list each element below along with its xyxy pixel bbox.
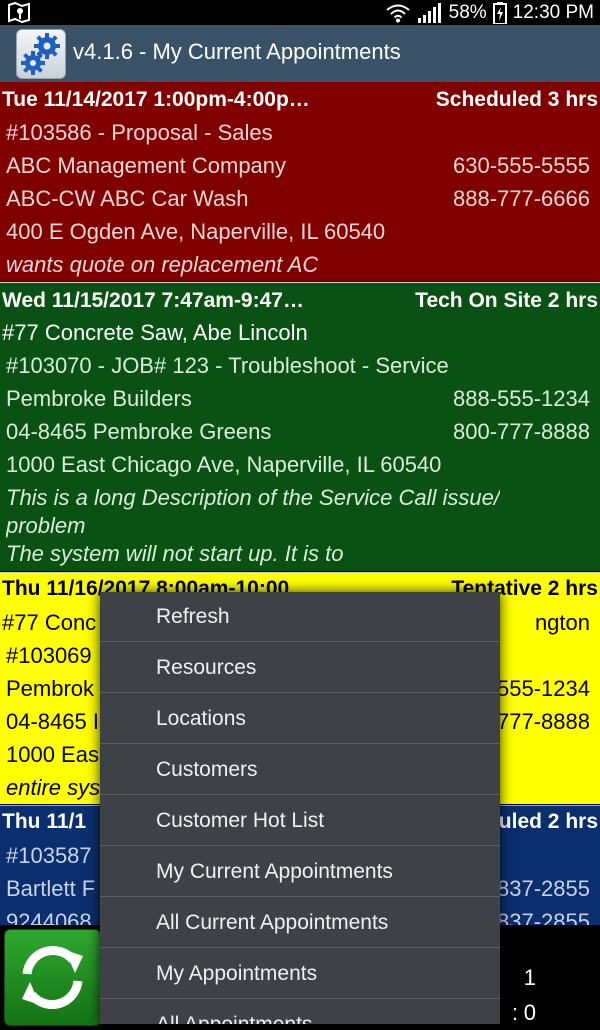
appointment-line: 400 E Ogden Ave, Naperville, IL 60540 <box>6 215 590 248</box>
app-gear-icon[interactable] <box>16 29 66 79</box>
appointment-line: #77 Concrete Saw, Abe Lincoln <box>2 316 590 349</box>
address: 400 E Ogden Ave, Naperville, IL 60540 <box>6 219 386 244</box>
location-name: 04-8465 Pembroke Greens <box>6 419 272 444</box>
refresh-button[interactable] <box>4 929 101 1026</box>
appointment-card[interactable]: Tue 11/14/2017 1:00pm-4:00p… Scheduled 3… <box>0 82 600 281</box>
appointment-status: Tech On Site 2 hrs <box>415 289 598 312</box>
location-name: 9244068 <box>6 909 92 925</box>
appointment-status: Scheduled 3 hrs <box>435 88 598 111</box>
count-value: 1 <box>523 965 536 990</box>
phone-number[interactable]: 888-555-1234 <box>453 386 590 412</box>
menu-item-locations[interactable]: Locations <box>100 694 500 744</box>
appointment-datetime: Wed 11/15/2017 7:47am-9:47… <box>2 289 304 312</box>
wifi-icon <box>386 4 410 22</box>
job-number: #103587 <box>6 843 92 868</box>
menu-item-my-current-appointments[interactable]: My Current Appointments <box>100 847 500 897</box>
phone-number[interactable]: 837-2855 <box>497 909 590 925</box>
appointment-line: 04-8465 Pembroke Greens 800-777-8888 <box>6 415 590 448</box>
appointment-line-right: ngton <box>534 610 590 635</box>
menu-item-all-current-appointments[interactable]: All Current Appointments <box>100 898 500 948</box>
appointment-line: ABC Management Company 630-555-5555 <box>6 149 590 182</box>
appointment-line: #103070 - JOB# 123 - Troubleshoot - Serv… <box>6 349 590 382</box>
location-name: 04-8465 I <box>6 709 99 734</box>
phone-number[interactable]: 800-777-8888 <box>453 419 590 445</box>
appointment-line: 1000 East Chicago Ave, Naperville, IL 60… <box>6 448 590 481</box>
location-name: ABC-CW ABC Car Wash <box>6 186 249 211</box>
signal-icon <box>417 2 441 23</box>
battery-percent: 58% <box>448 1 487 23</box>
appointment-line: This is a long Description of the Servic… <box>6 481 590 510</box>
refresh-icon <box>22 946 83 1009</box>
count-separator: : <box>511 1000 518 1025</box>
job-number: #103069 <box>6 643 92 668</box>
appointment-description: The system will not start up. It is to <box>6 541 344 566</box>
appointment-card[interactable]: Wed 11/15/2017 7:47am-9:47… Tech On Site… <box>0 282 600 571</box>
appointment-line: The system will not start up. It is to <box>6 537 590 566</box>
job-number: #103070 - JOB# 123 - Troubleshoot - Serv… <box>6 353 449 378</box>
job-number: #103586 - Proposal - Sales <box>6 120 273 145</box>
phone-number[interactable]: 837-2855 <box>497 876 590 902</box>
map-notification-icon <box>8 2 30 23</box>
appointment-line: wants quote on replacement AC <box>6 248 590 281</box>
appointment-description: wants quote on replacement AC <box>6 252 319 277</box>
phone-number[interactable]: 555-1234 <box>497 676 590 702</box>
appointment-line: Pembroke Builders 888-555-1234 <box>6 382 590 415</box>
address: 1000 Eas <box>6 742 99 767</box>
appointment-line: #103586 - Proposal - Sales <box>6 116 590 149</box>
clock: 12:30 PM <box>512 1 594 23</box>
menu-item-all-appointments[interactable]: All Appointments <box>100 1000 500 1024</box>
customer-name: Bartlett F <box>6 876 96 901</box>
menu-item-resources[interactable]: Resources <box>100 643 500 693</box>
appointment-datetime: Thu 11/1 <box>2 810 87 833</box>
appointment-line: ABC-CW ABC Car Wash 888-777-6666 <box>6 182 590 215</box>
appointment-status: uled 2 hrs <box>498 810 598 833</box>
count-value: 0 <box>523 1000 536 1025</box>
equipment-tech: #77 Conc <box>2 610 97 635</box>
overflow-menu: Refresh Resources Locations Customers Cu… <box>100 592 500 1024</box>
customer-name: ABC Management Company <box>6 153 287 178</box>
customer-name: Pembrok <box>6 676 95 701</box>
menu-item-customers[interactable]: Customers <box>100 745 500 795</box>
page-title: v4.1.6 - My Current Appointments <box>73 39 401 64</box>
menu-item-customer-hot-list[interactable]: Customer Hot List <box>100 796 500 846</box>
phone-number[interactable]: 630-555-5555 <box>453 153 590 179</box>
battery-charging-icon <box>492 1 507 24</box>
status-bar: 58% 12:30 PM <box>0 0 600 25</box>
menu-item-refresh[interactable]: Refresh <box>100 592 500 642</box>
customer-name: Pembroke Builders <box>6 386 192 411</box>
app-title-bar: v4.1.6 - My Current Appointments <box>0 25 600 83</box>
phone-number[interactable]: 888-777-6666 <box>453 186 590 212</box>
appointment-datetime: Tue 11/14/2017 1:00pm-4:00p… <box>2 88 310 111</box>
phone-number[interactable]: 777-8888 <box>497 709 590 735</box>
appointment-description: entire sys <box>6 775 101 800</box>
menu-item-my-appointments[interactable]: My Appointments <box>100 949 500 999</box>
equipment-tech: #77 Concrete Saw, Abe Lincoln <box>2 320 308 345</box>
appointment-description: problem <box>6 513 86 538</box>
address: 1000 East Chicago Ave, Naperville, IL 60… <box>6 452 442 477</box>
appointment-line: problem <box>6 509 590 538</box>
appointment-description: This is a long Description of the Servic… <box>6 485 500 510</box>
